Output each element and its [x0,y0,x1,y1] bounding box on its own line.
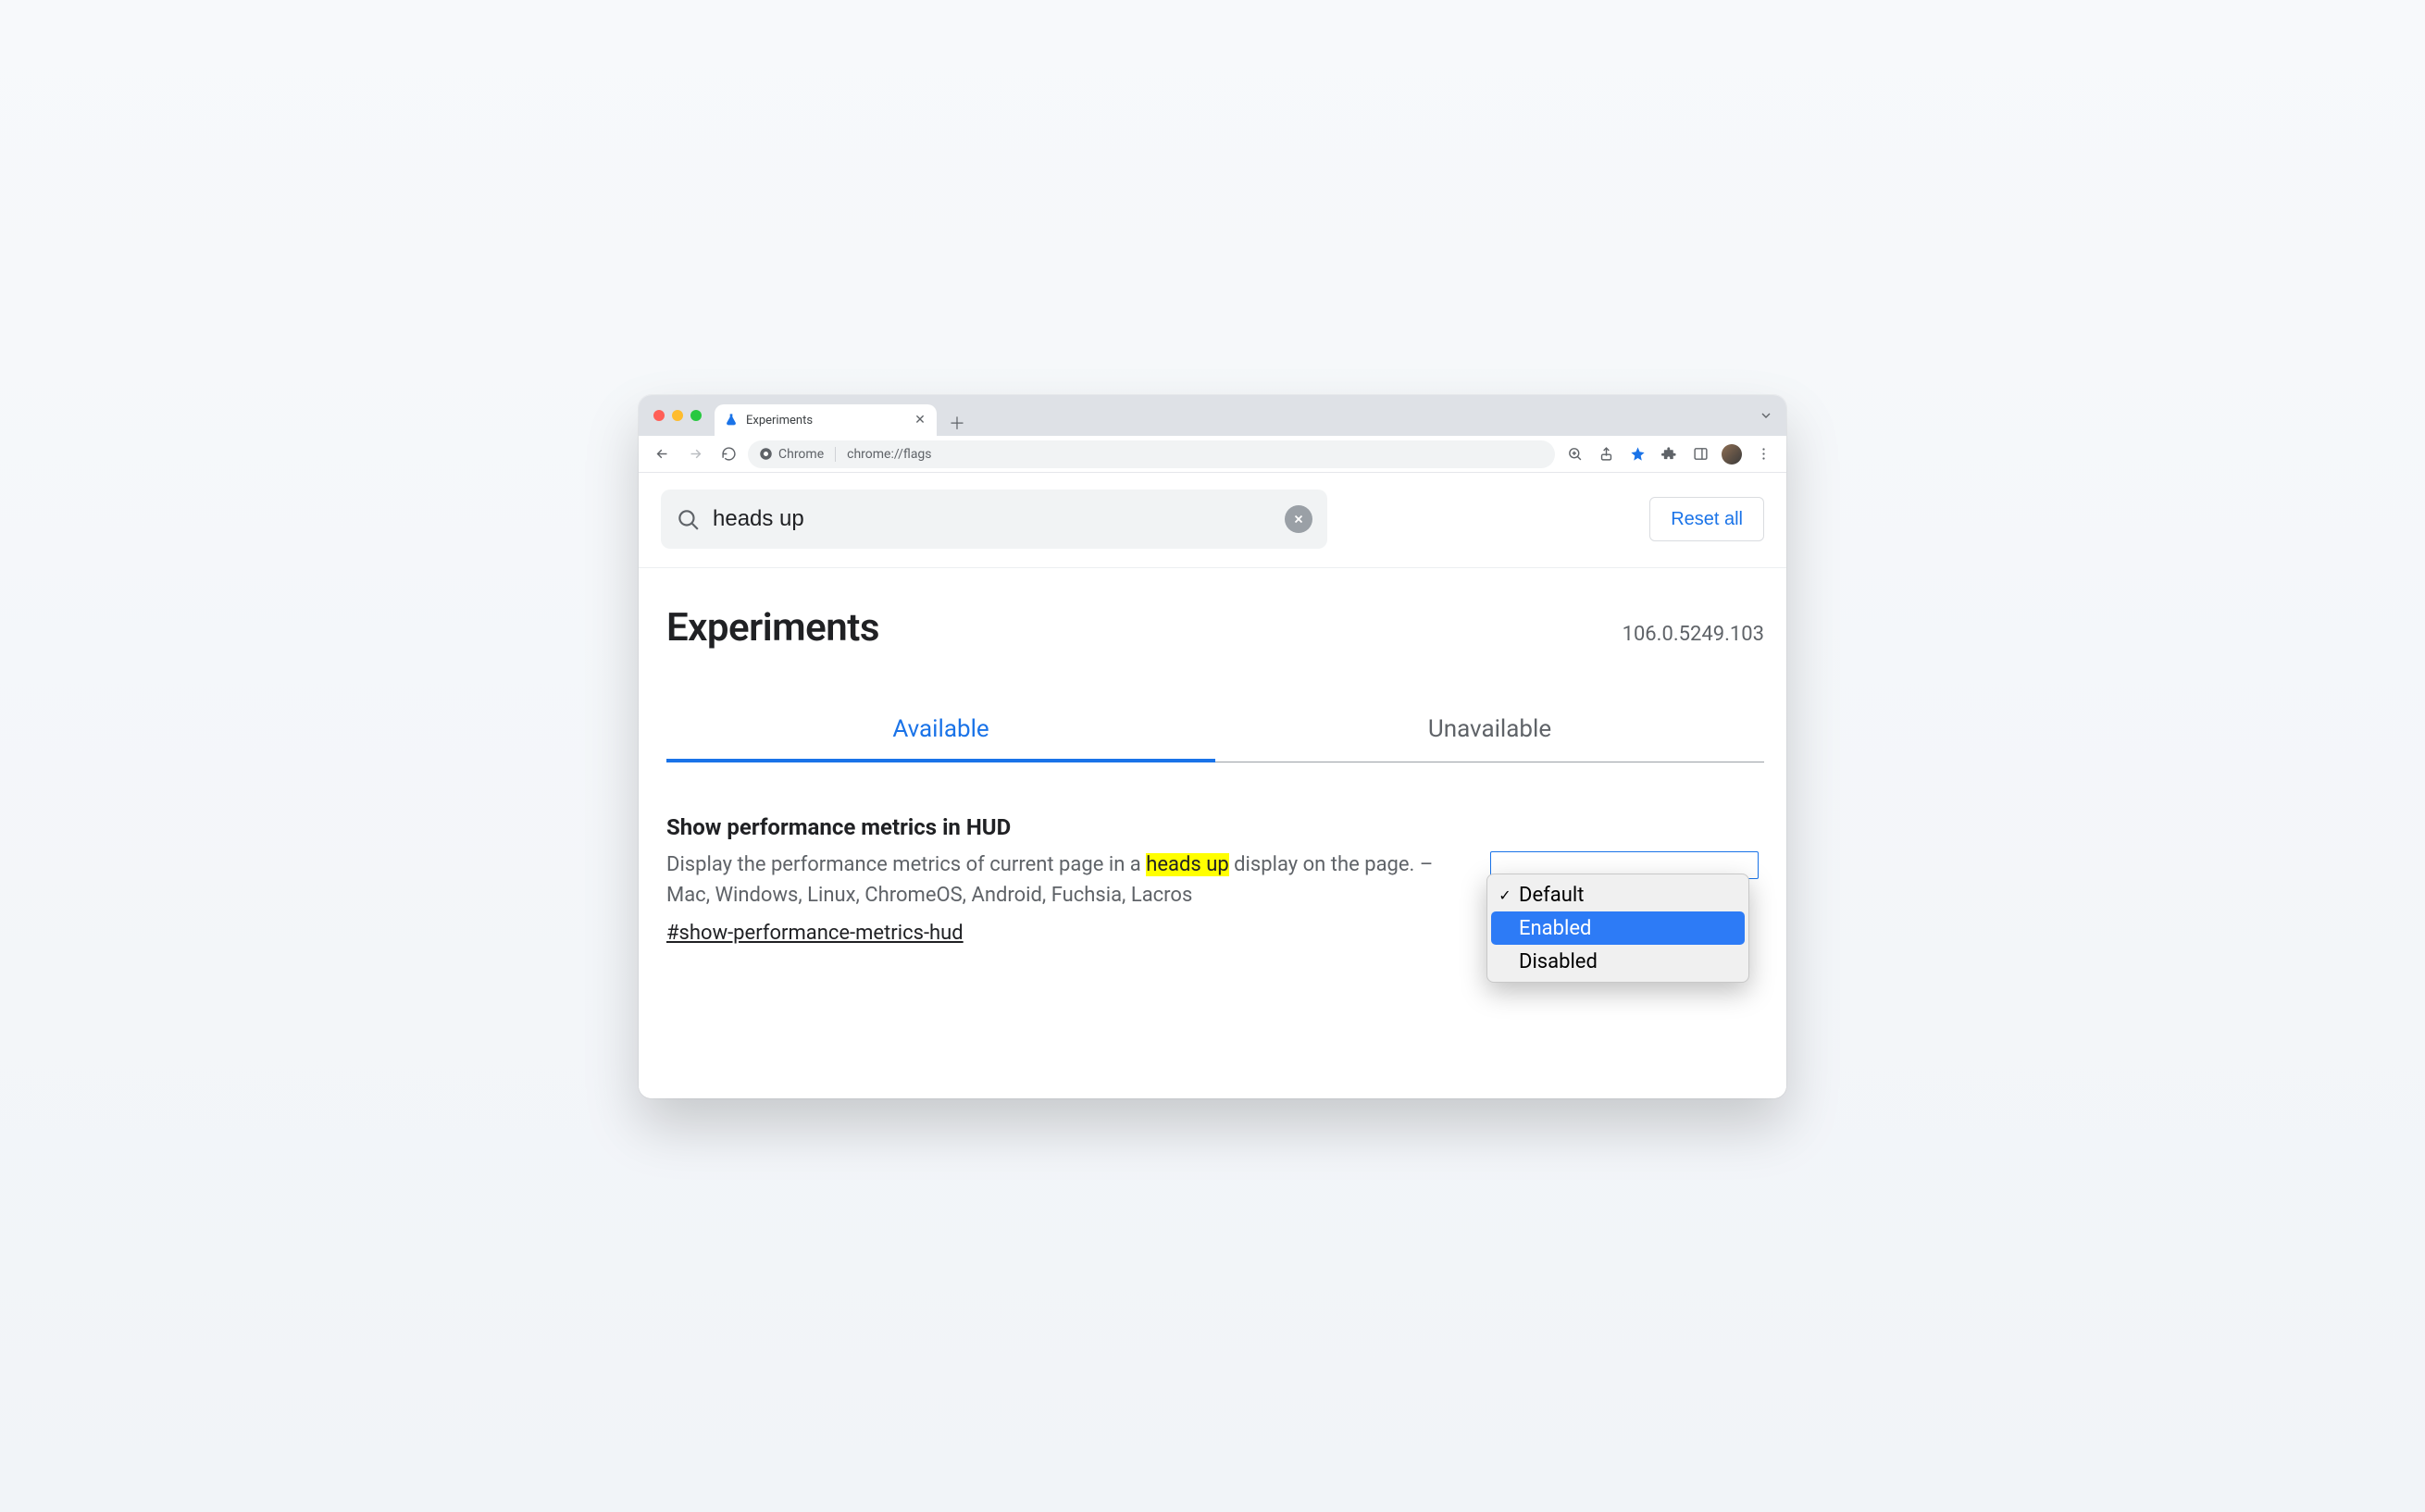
side-panel-icon[interactable] [1686,440,1714,468]
reset-all-button[interactable]: Reset all [1649,497,1764,541]
share-icon[interactable] [1592,440,1620,468]
clear-search-button[interactable] [1285,505,1312,533]
option-enabled[interactable]: Enabled [1491,911,1745,945]
search-icon [676,507,700,531]
flag-title: Show performance metrics in HUD [666,814,1453,840]
site-identity: Chrome [759,447,824,462]
address-bar[interactable]: Chrome chrome://flags [748,440,1555,468]
window-controls [648,395,709,436]
back-button[interactable] [648,440,676,468]
forward-button[interactable] [681,440,709,468]
toolbar: Chrome chrome://flags [639,436,1786,473]
extensions-icon[interactable] [1655,440,1683,468]
profile-avatar[interactable] [1718,440,1746,468]
browser-window: Experiments ✕ ＋ [639,395,1786,1098]
browser-tab[interactable]: Experiments ✕ [715,404,937,436]
flag-row: Show performance metrics in HUD Display … [639,762,1786,963]
zoom-icon[interactable] [1561,440,1588,468]
flag-anchor-link[interactable]: #show-performance-metrics-hud [666,922,964,945]
tab-available[interactable]: Available [666,699,1215,762]
close-window-button[interactable] [653,410,665,421]
page-title: Experiments [666,605,879,651]
flag-description: Display the performance metrics of curre… [666,849,1453,911]
chrome-version: 106.0.5249.103 [1623,623,1764,646]
close-tab-icon[interactable]: ✕ [913,413,927,428]
maximize-window-button[interactable] [690,410,702,421]
tab-strip: Experiments ✕ ＋ [639,395,1786,436]
kebab-menu-icon[interactable] [1749,440,1777,468]
site-identity-label: Chrome [778,447,824,462]
tab-unavailable[interactable]: Unavailable [1215,699,1764,762]
option-disabled[interactable]: Disabled [1491,945,1745,978]
bookmark-star-icon[interactable] [1623,440,1651,468]
search-input[interactable] [713,506,1272,532]
flag-search-box[interactable] [661,490,1327,549]
tab-title: Experiments [746,414,905,428]
reload-button[interactable] [715,440,742,468]
flask-icon [724,413,739,428]
omnibox-divider [835,447,836,462]
page-content: Reset all Experiments 106.0.5249.103 Ava… [639,473,1786,1098]
option-default[interactable]: ✓ Default [1491,878,1745,911]
minimize-window-button[interactable] [672,410,683,421]
checkmark-icon: ✓ [1499,886,1511,904]
search-highlight: heads up [1146,853,1228,876]
url-text: chrome://flags [847,447,931,462]
tabs-menu-chevron-icon[interactable] [1757,406,1775,425]
select-options-popup: ✓ Default Enabled Disabled [1486,874,1749,983]
new-tab-button[interactable]: ＋ [944,410,970,436]
tabs: Available Unavailable [666,699,1764,762]
